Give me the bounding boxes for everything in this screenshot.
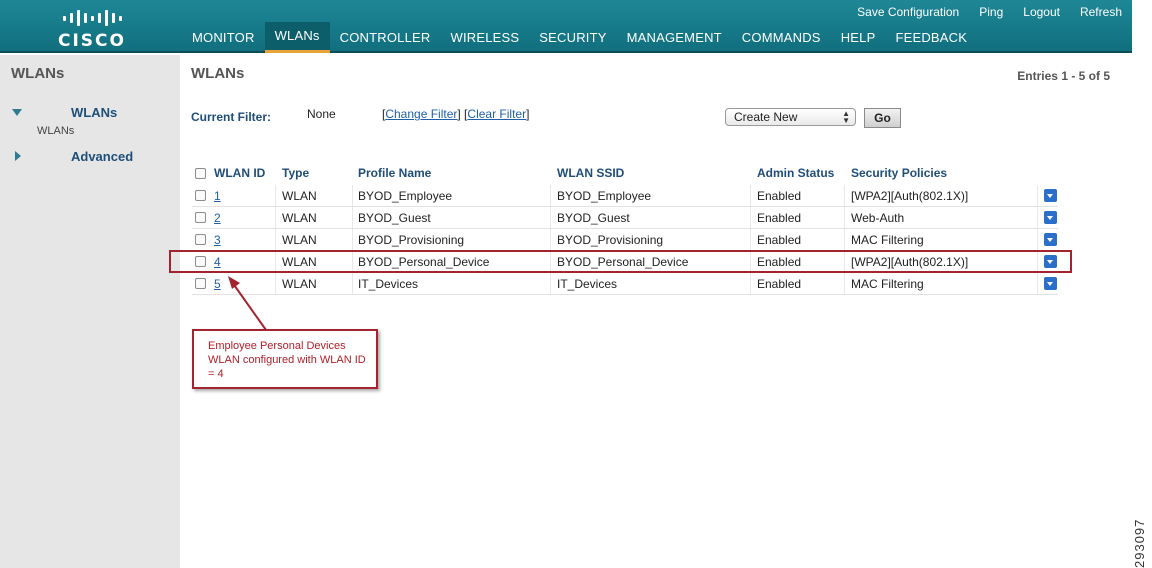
security-policies-cell: MAC Filtering (851, 233, 924, 247)
nav-wlans[interactable]: WLANs (264, 22, 330, 53)
select-arrows-icon: ▲ ▼ (842, 109, 850, 125)
type-cell: WLAN (282, 233, 317, 247)
cisco-bars-icon (56, 8, 128, 28)
row-checkbox[interactable] (195, 190, 206, 201)
ping-link[interactable]: Ping (979, 5, 1003, 19)
wlan-ssid-cell: BYOD_Provisioning (557, 233, 664, 247)
nav-commands[interactable]: COMMANDS (732, 22, 831, 53)
profile-name-cell: BYOD_Guest (358, 211, 431, 225)
row-checkbox[interactable] (195, 212, 206, 223)
security-policies-cell: MAC Filtering (851, 277, 924, 291)
wlan-ssid-cell: IT_Devices (557, 277, 618, 291)
page-title: WLANs (191, 65, 245, 82)
nav-wireless[interactable]: WIRELESS (440, 22, 529, 53)
expand-wlans-toggle[interactable] (12, 109, 22, 116)
table-row: 3 WLAN BYOD_Provisioning BYOD_Provisioning E… (192, 229, 1058, 251)
annotation-callout: Employee Personal Devices WLAN configure… (192, 329, 378, 389)
wlan-id-link[interactable]: 1 (214, 189, 221, 203)
nav-feedback[interactable]: FEEDBACK (885, 22, 977, 53)
nav-monitor[interactable]: MONITOR (182, 22, 265, 53)
wlan-id-cell: 1 (214, 189, 221, 203)
type-cell: WLAN (282, 189, 317, 203)
nav-management[interactable]: MANAGEMENT (617, 22, 732, 53)
top-links: Save Configuration Ping Logout Refresh (857, 5, 1122, 19)
sidebar-subitem-wlans[interactable]: WLANs (37, 125, 74, 137)
action-select[interactable]: Create New ▲ ▼ (725, 108, 856, 126)
table-header: WLAN ID Type Profile Name WLAN SSID Admi… (192, 165, 1058, 185)
wlan-ssid-cell: BYOD_Guest (557, 211, 630, 225)
triangle-right-icon (15, 151, 21, 161)
row-dropdown-icon[interactable] (1044, 233, 1057, 246)
triangle-down-icon (12, 109, 22, 116)
header-admin-status[interactable]: Admin Status (757, 166, 834, 180)
logout-link[interactable]: Logout (1023, 5, 1060, 19)
sidebar-item-advanced[interactable]: Advanced (71, 149, 133, 164)
cisco-logo: CISCO (56, 8, 128, 51)
logo-text: CISCO (58, 31, 126, 51)
nav-controller[interactable]: CONTROLLER (330, 22, 441, 53)
highlight-box (169, 250, 1072, 273)
clear-filter-link[interactable]: Clear Filter (467, 107, 526, 121)
wlan-ssid-cell: BYOD_Employee (557, 189, 652, 203)
select-all-checkbox[interactable] (195, 168, 206, 179)
admin-status-cell: Enabled (757, 233, 802, 247)
row-dropdown-icon[interactable] (1044, 189, 1057, 202)
refresh-link[interactable]: Refresh (1080, 5, 1122, 19)
go-button[interactable]: Go (864, 108, 901, 128)
profile-name-cell: IT_Devices (358, 277, 419, 291)
wlan-id-cell: 2 (214, 211, 221, 225)
right-margin (1132, 0, 1152, 568)
row-dropdown-icon[interactable] (1044, 277, 1057, 290)
security-policies-cell: Web-Auth (851, 211, 905, 225)
change-filter-link[interactable]: Change Filter (385, 107, 457, 121)
sidebar-title: WLANs (11, 65, 65, 82)
header-wlan-id[interactable]: WLAN ID (214, 166, 265, 180)
wlan-table: WLAN ID Type Profile Name WLAN SSID Admi… (192, 165, 1058, 295)
admin-status-cell: Enabled (757, 189, 802, 203)
admin-status-cell: Enabled (757, 211, 802, 225)
current-filter-value: None (307, 107, 336, 121)
header-type[interactable]: Type (282, 166, 309, 180)
wlan-id-link[interactable]: 3 (214, 233, 221, 247)
row-checkbox[interactable] (195, 278, 206, 289)
entries-count: Entries 1 - 5 of 5 (1017, 69, 1110, 83)
header-wlan-ssid[interactable]: WLAN SSID (557, 166, 624, 180)
row-dropdown-icon[interactable] (1044, 211, 1057, 224)
nav-security[interactable]: SECURITY (529, 22, 616, 53)
callout-arrow (228, 276, 267, 331)
figure-id: 293097 (1132, 518, 1147, 568)
profile-name-cell: BYOD_Provisioning (358, 233, 465, 247)
header-security-policies[interactable]: Security Policies (851, 166, 947, 180)
nav-help[interactable]: HELP (831, 22, 886, 53)
table-row: 2 WLAN BYOD_Guest BYOD_Guest Enabled Web-Auth (192, 207, 1058, 229)
table-row: 5 WLAN IT_Devices IT_Devices Enabled MAC Filt… (192, 273, 1058, 295)
main-content: WLANs Entries 1 - 5 of 5 Current Filter:… (182, 55, 1132, 568)
wlan-id-cell: 3 (214, 233, 221, 247)
table-row: 1 WLAN BYOD_Employee BYOD_Employee Enabled [W… (192, 185, 1058, 207)
filter-links: [Change Filter] [Clear Filter] (382, 107, 530, 121)
current-filter-label: Current Filter: (191, 110, 272, 124)
header-profile-name[interactable]: Profile Name (358, 166, 431, 180)
wlan-id-link[interactable]: 2 (214, 211, 221, 225)
type-cell: WLAN (282, 211, 317, 225)
row-checkbox[interactable] (195, 234, 206, 245)
security-policies-cell: [WPA2][Auth(802.1X)] (851, 189, 969, 203)
action-select-value: Create New (734, 110, 798, 124)
top-header: CISCO Save Configuration Ping Logout Ref… (0, 0, 1132, 53)
save-configuration-link[interactable]: Save Configuration (857, 5, 959, 19)
profile-name-cell: BYOD_Employee (358, 189, 453, 203)
type-cell: WLAN (282, 277, 317, 291)
expand-advanced-toggle[interactable] (12, 151, 21, 161)
main-nav: MONITOR WLANs CONTROLLER WIRELESS SECURI… (182, 22, 977, 53)
sidebar-item-wlans[interactable]: WLANs (71, 105, 117, 120)
admin-status-cell: Enabled (757, 277, 802, 291)
sidebar: WLANs WLANs WLANs Advanced (0, 55, 180, 568)
